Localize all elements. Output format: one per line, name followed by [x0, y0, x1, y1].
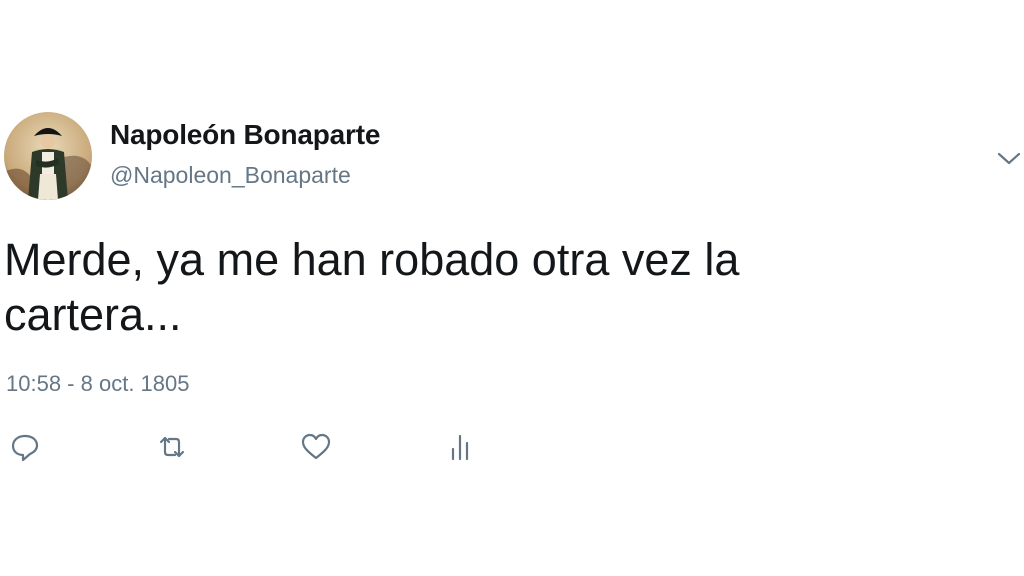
tweet-text-line-1: Merde, ya me han robado otra vez la [4, 234, 740, 285]
tweet-timestamp[interactable]: 10:58 - 8 oct. 1805 [6, 371, 190, 397]
tweet-text: Merde, ya me han robado otra vez la cart… [4, 232, 904, 342]
retweet-icon[interactable] [155, 430, 189, 464]
tweet-date: 8 oct. 1805 [80, 371, 190, 396]
analytics-icon[interactable] [444, 430, 478, 464]
tweet-time: 10:58 [6, 371, 62, 396]
timestamp-separator: - [61, 371, 81, 396]
tweet-card: Napoleón Bonaparte @Napoleon_Bonaparte M… [0, 0, 1024, 576]
chevron-down-icon[interactable] [996, 150, 1022, 168]
tweet-text-line-2: cartera... [4, 289, 182, 340]
avatar[interactable] [4, 112, 92, 200]
author-handle[interactable]: @Napoleon_Bonaparte [110, 162, 351, 189]
heart-icon[interactable] [299, 430, 333, 464]
reply-icon[interactable] [8, 430, 42, 464]
author-name[interactable]: Napoleón Bonaparte [110, 119, 380, 151]
